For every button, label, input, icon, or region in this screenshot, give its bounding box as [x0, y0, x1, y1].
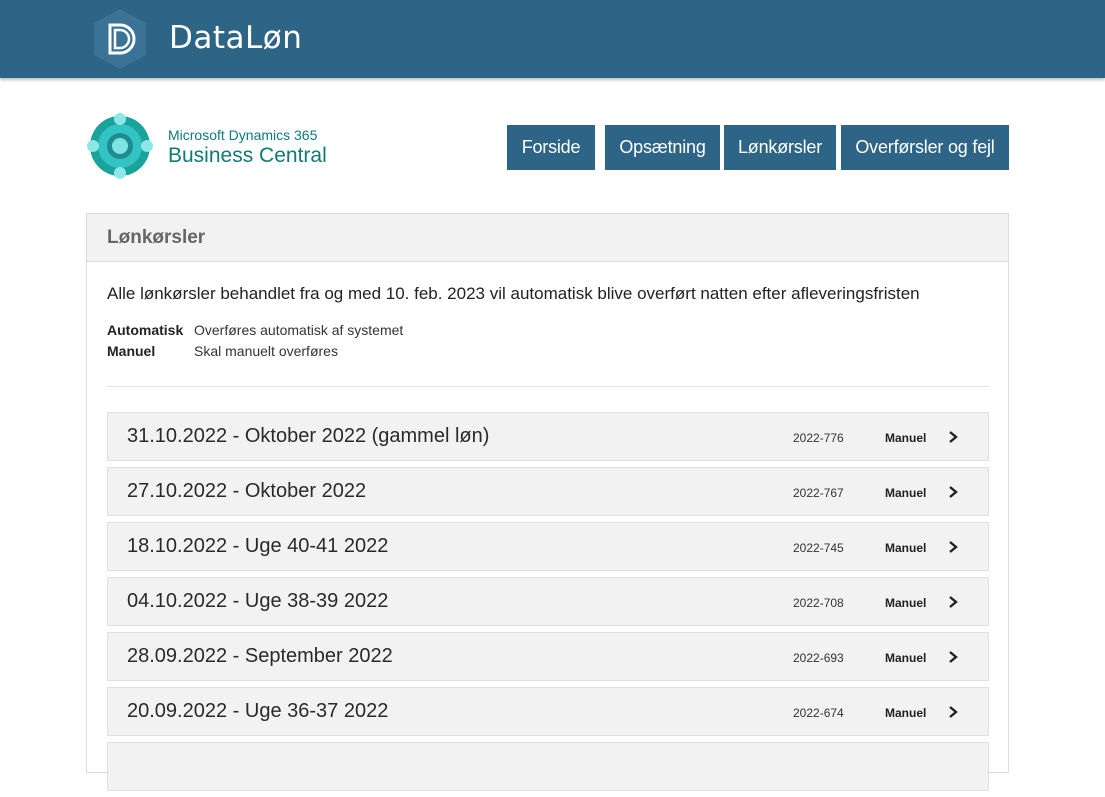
- run-mode: Manuel: [885, 596, 927, 610]
- legend-value: Overføres automatisk af systemet: [194, 322, 404, 338]
- legend: Automatisk Overføres automatisk af syste…: [107, 320, 403, 362]
- top-bar: DataLøn: [0, 0, 1105, 78]
- bc-line2: Business Central: [168, 144, 327, 167]
- brand-name[interactable]: DataLøn: [169, 20, 302, 56]
- nav-forside[interactable]: Forside: [507, 125, 595, 170]
- chevron-right-icon[interactable]: [948, 705, 958, 719]
- info-text: Alle lønkørsler behandlet fra og med 10.…: [107, 284, 920, 303]
- run-title: 18.10.2022 - Uge 40-41 2022: [127, 535, 389, 557]
- run-mode: Manuel: [885, 486, 927, 500]
- run-code: 2022-693: [793, 651, 844, 665]
- chevron-right-icon[interactable]: [948, 595, 958, 609]
- run-mode: Manuel: [885, 541, 927, 555]
- run-code: 2022-745: [793, 541, 844, 555]
- run-row[interactable]: 20.09.2022 - Uge 36-37 2022 2022-674 Man…: [107, 687, 989, 736]
- chevron-right-icon[interactable]: [948, 430, 958, 444]
- run-title: 20.09.2022 - Uge 36-37 2022: [127, 700, 389, 722]
- run-title: 28.09.2022 - September 2022: [127, 645, 393, 667]
- run-row[interactable]: 31.10.2022 - Oktober 2022 (gammel løn) 2…: [107, 412, 989, 461]
- run-mode: Manuel: [885, 706, 927, 720]
- legend-row: Manuel Skal manuelt overføres: [107, 341, 403, 362]
- legend-row: Automatisk Overføres automatisk af syste…: [107, 320, 403, 341]
- payroll-runs-panel: Lønkørsler Alle lønkørsler behandlet fra…: [86, 213, 1009, 791]
- run-code: 2022-776: [793, 431, 844, 445]
- run-row[interactable]: 27.10.2022 - Oktober 2022 2022-767 Manue…: [107, 467, 989, 516]
- run-mode: Manuel: [885, 431, 927, 445]
- runs-list: 31.10.2022 - Oktober 2022 (gammel løn) 2…: [107, 412, 989, 797]
- run-row[interactable]: 04.10.2022 - Uge 38-39 2022 2022-708 Man…: [107, 577, 989, 626]
- chevron-right-icon[interactable]: [948, 650, 958, 664]
- divider: [107, 386, 989, 387]
- run-code: 2022-708: [793, 596, 844, 610]
- run-mode: Manuel: [885, 651, 927, 665]
- run-row[interactable]: 18.10.2022 - Uge 40-41 2022 2022-745 Man…: [107, 522, 989, 571]
- chevron-right-icon[interactable]: [948, 540, 958, 554]
- business-central-logo-icon: [87, 113, 153, 179]
- run-title: 31.10.2022 - Oktober 2022 (gammel løn): [127, 425, 490, 447]
- dataloen-logo-icon[interactable]: [88, 7, 152, 71]
- business-central-wordmark: Microsoft Dynamics 365 Business Central: [168, 127, 327, 168]
- chevron-right-icon[interactable]: [948, 485, 958, 499]
- run-title: 27.10.2022 - Oktober 2022: [127, 480, 367, 502]
- run-code: 2022-674: [793, 706, 844, 720]
- legend-value: Skal manuelt overføres: [194, 343, 338, 359]
- nav-opsaetning[interactable]: Opsætning: [605, 125, 720, 170]
- bc-line1: Microsoft Dynamics 365: [168, 127, 318, 143]
- run-code: 2022-767: [793, 486, 844, 500]
- nav-overfoersler-og-fejl[interactable]: Overførsler og fejl: [841, 125, 1009, 170]
- panel-title: Lønkørsler: [87, 214, 1008, 262]
- run-row-partial[interactable]: [107, 742, 989, 791]
- main-nav: Forside Opsætning Lønkørsler Overførsler…: [507, 125, 1009, 170]
- legend-key: Automatisk: [107, 322, 184, 338]
- run-row[interactable]: 28.09.2022 - September 2022 2022-693 Man…: [107, 632, 989, 681]
- nav-loenkoersler[interactable]: Lønkørsler: [724, 125, 836, 170]
- run-title: 04.10.2022 - Uge 38-39 2022: [127, 590, 389, 612]
- legend-key: Manuel: [107, 343, 156, 359]
